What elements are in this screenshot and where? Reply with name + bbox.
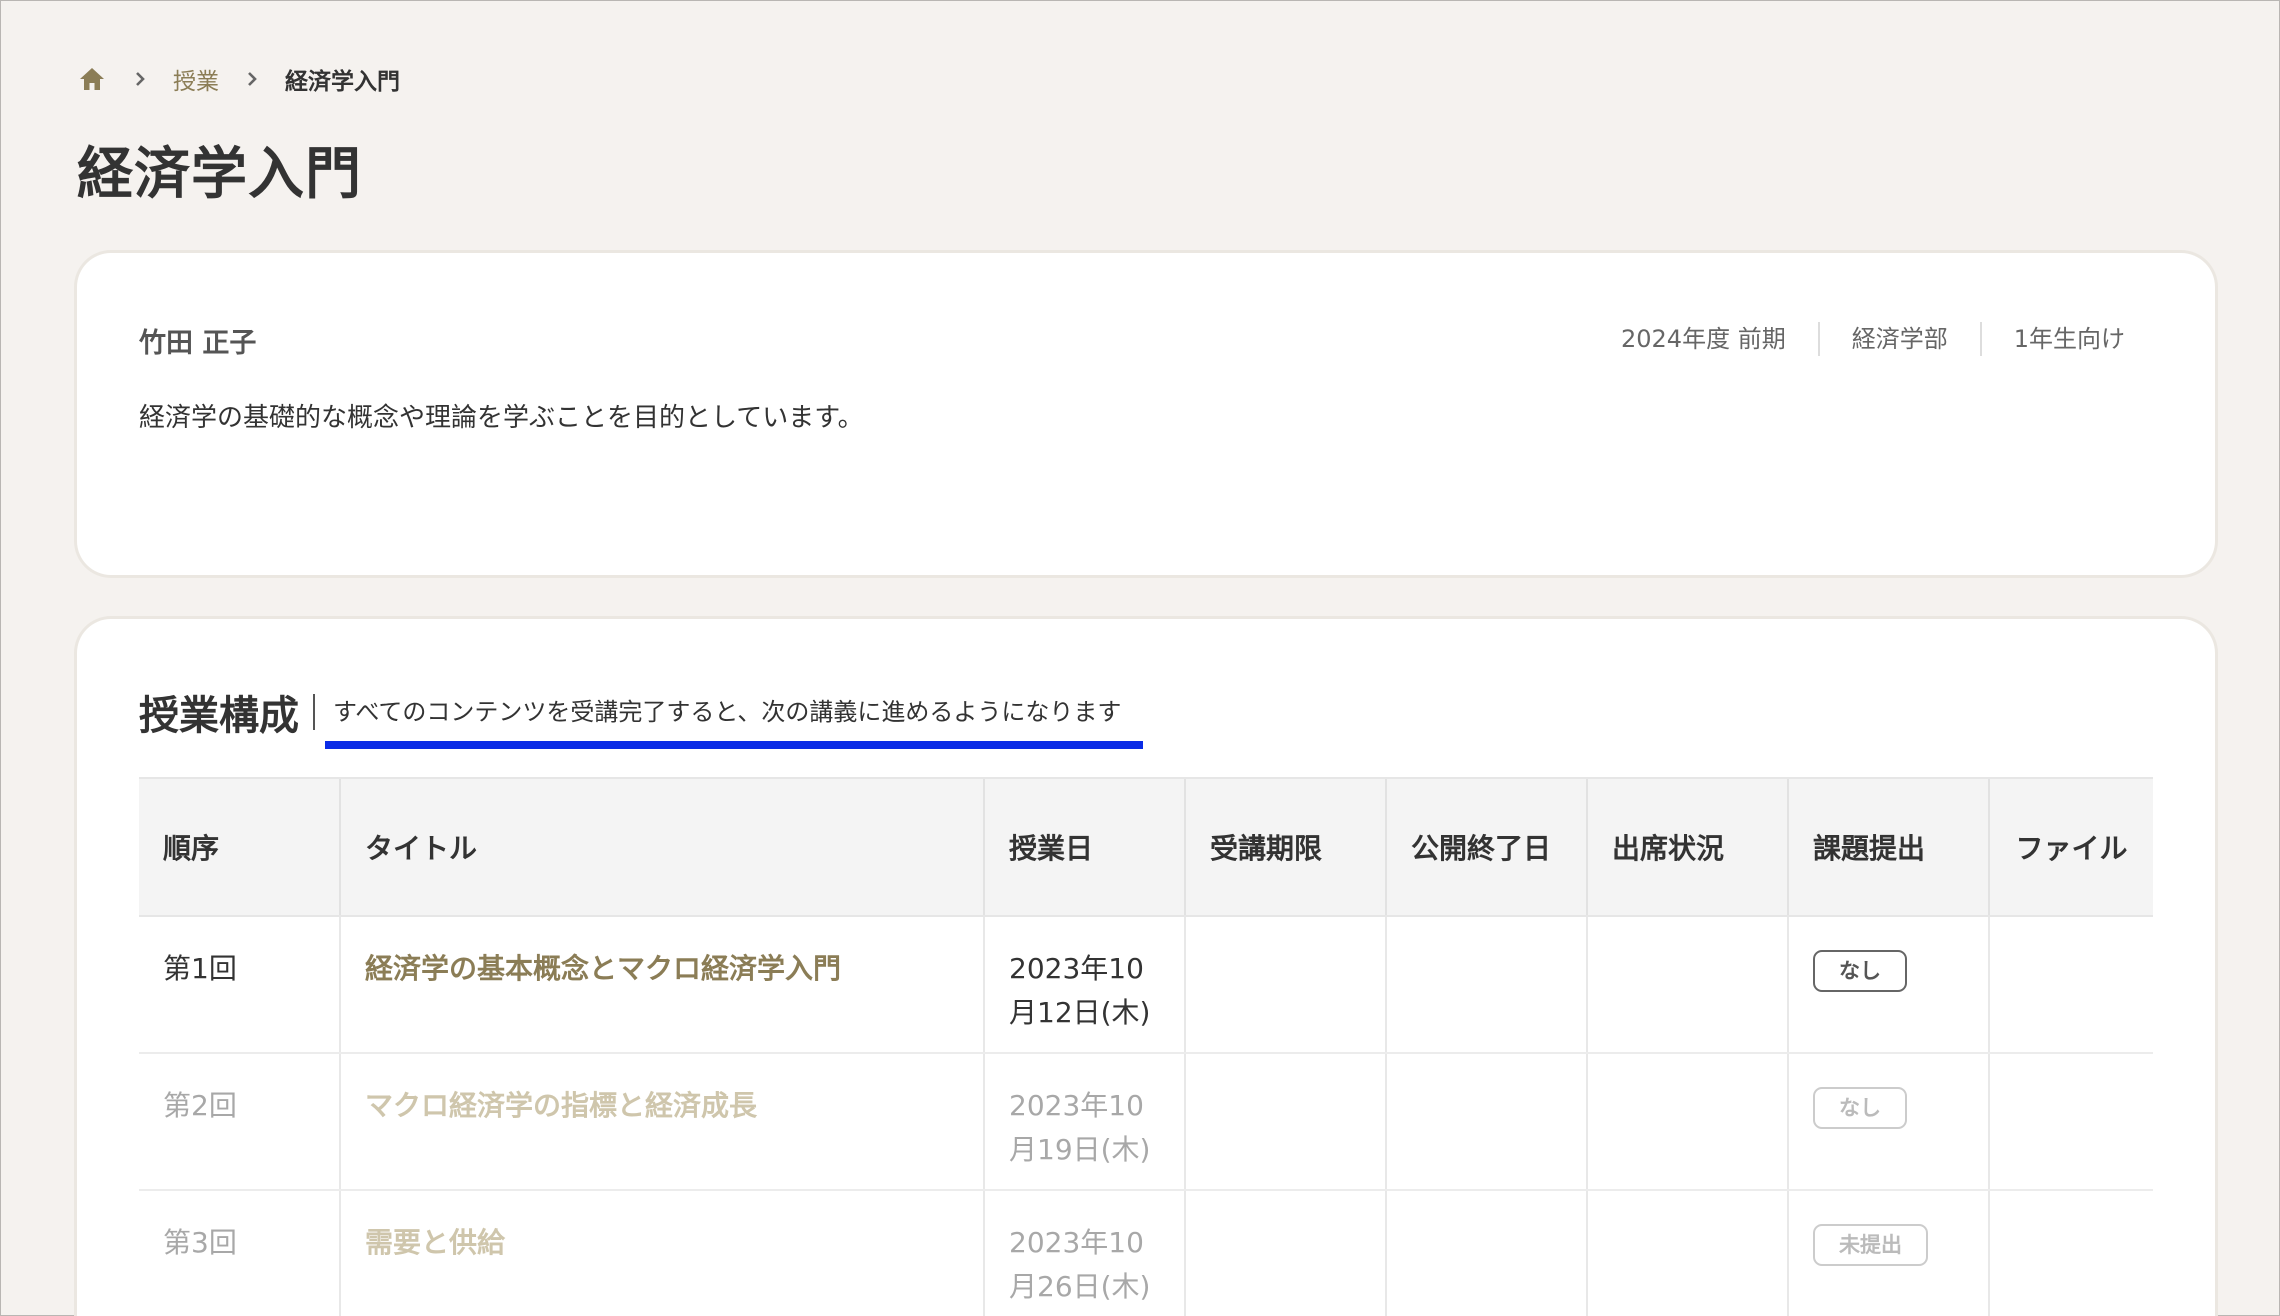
chevron-right-icon	[125, 64, 155, 94]
meta-faculty: 経済学部	[1817, 322, 1980, 356]
section-note: すべてのコンテンツを受講完了すると、次の講義に進めるようになります	[313, 694, 1121, 730]
row-file	[1988, 1190, 2153, 1316]
date-line1: 2023年10	[1009, 1226, 1144, 1259]
breadcrumb-current: 経済学入門	[285, 69, 400, 95]
lecture-table: 順序 タイトル 授業日 受講期限 公開終了日 出席状況 課題提出 ファイル 第1…	[139, 777, 2153, 1316]
row-date: 2023年10 月26日(木)	[983, 1190, 1185, 1316]
row-end-date	[1385, 1190, 1587, 1316]
submission-badge: なし	[1813, 1087, 1907, 1129]
section-header: 授業構成 すべてのコンテンツを受講完了すると、次の講義に進めるようになります	[139, 687, 1121, 739]
table-row: 第2回 マクロ経済学の指標と経済成長 2023年10 月19日(木) なし	[139, 1053, 2153, 1191]
row-title-link: 需要と供給	[339, 1190, 984, 1316]
date-line2: 月12日(木)	[1009, 996, 1151, 1029]
col-title: タイトル	[339, 777, 984, 917]
course-info-card: 竹田 正子 2024年度 前期 経済学部 1年生向け 経済学の基礎的な概念や理論…	[77, 253, 2215, 575]
breadcrumb: 授業 経済学入門	[77, 61, 400, 97]
col-file: ファイル	[1988, 777, 2153, 917]
row-attendance	[1586, 916, 1788, 1054]
row-end-date	[1385, 916, 1587, 1054]
row-submission: 未提出	[1787, 1190, 1989, 1316]
col-date: 授業日	[983, 777, 1185, 917]
submission-badge: なし	[1813, 950, 1907, 992]
date-line1: 2023年10	[1009, 952, 1144, 985]
col-attendance: 出席状況	[1586, 777, 1788, 917]
row-file	[1988, 916, 2153, 1054]
col-deadline: 受講期限	[1184, 777, 1386, 917]
col-order: 順序	[139, 777, 340, 917]
meta-term: 2024年度 前期	[1621, 325, 1786, 353]
note-highlight-underline	[325, 741, 1143, 749]
row-date: 2023年10 月12日(木)	[983, 916, 1185, 1054]
meta-grade: 1年生向け	[1979, 322, 2125, 356]
date-line2: 月19日(木)	[1009, 1133, 1151, 1166]
row-title-link: マクロ経済学の指標と経済成長	[339, 1053, 984, 1191]
row-order: 第2回	[139, 1053, 340, 1191]
table-row: 第1回 経済学の基本概念とマクロ経済学入門 2023年10 月12日(木) なし	[139, 916, 2153, 1054]
date-line2: 月26日(木)	[1009, 1270, 1151, 1303]
table-header-row: 順序 タイトル 授業日 受講期限 公開終了日 出席状況 課題提出 ファイル	[139, 777, 2153, 917]
row-deadline	[1184, 1190, 1386, 1316]
row-end-date	[1385, 1053, 1587, 1191]
page-title: 経済学入門	[77, 142, 362, 207]
row-order: 第1回	[139, 916, 340, 1054]
col-end-date: 公開終了日	[1385, 777, 1587, 917]
col-submission: 課題提出	[1787, 777, 1989, 917]
home-icon[interactable]	[77, 64, 107, 94]
chevron-right-icon	[237, 64, 267, 94]
row-order: 第3回	[139, 1190, 340, 1316]
row-deadline	[1184, 1053, 1386, 1191]
row-deadline	[1184, 916, 1386, 1054]
course-structure-card: 授業構成 すべてのコンテンツを受講完了すると、次の講義に進めるようになります 順…	[77, 619, 2215, 1316]
date-line1: 2023年10	[1009, 1089, 1144, 1122]
row-title-link[interactable]: 経済学の基本概念とマクロ経済学入門	[339, 916, 984, 1054]
course-description: 経済学の基礎的な概念や理論を学ぶことを目的としています。	[139, 403, 864, 433]
section-title: 授業構成	[139, 693, 299, 739]
row-submission: なし	[1787, 916, 1989, 1054]
row-file	[1988, 1053, 2153, 1191]
submission-badge: 未提出	[1813, 1224, 1928, 1266]
breadcrumb-link-classes[interactable]: 授業	[173, 62, 219, 96]
row-attendance	[1586, 1190, 1788, 1316]
row-date: 2023年10 月19日(木)	[983, 1053, 1185, 1191]
teacher-name: 竹田 正子	[139, 328, 257, 359]
row-submission: なし	[1787, 1053, 1989, 1191]
table-row: 第3回 需要と供給 2023年10 月26日(木) 未提出	[139, 1190, 2153, 1316]
course-meta: 2024年度 前期 経済学部 1年生向け	[1621, 321, 2125, 357]
row-attendance	[1586, 1053, 1788, 1191]
